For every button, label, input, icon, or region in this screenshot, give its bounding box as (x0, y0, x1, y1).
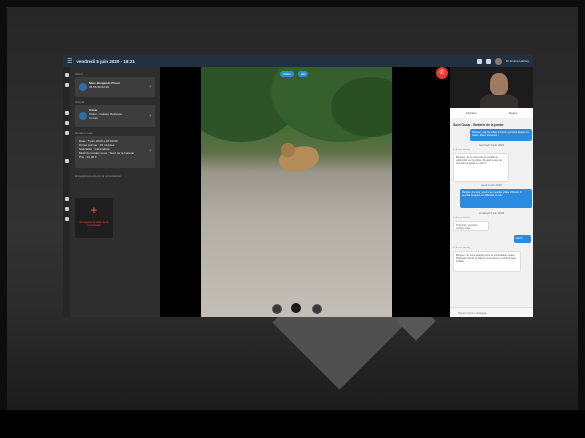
chat-message: Bonjour, Je ne vois pas de problème part… (453, 153, 509, 182)
appointment-card[interactable]: Date : 5 juin 2020 à 18:00:00 Durée prév… (75, 136, 155, 168)
chevron-right-icon: › (149, 113, 151, 119)
chat-sender: Dr Emma Hartley (453, 149, 470, 151)
menu-icon[interactable]: ☰ (67, 58, 72, 65)
chat-sender: Dr Emma Hartley (453, 247, 470, 249)
telemedicine-app-window: ☰ vendredi 5 juin 2020 - 18:21 Dr Emma H… (63, 55, 533, 317)
appointment-section-label: Rendez-vous (75, 131, 93, 135)
animal-avatar (79, 112, 87, 120)
animal-card[interactable]: Oscar Chien - Golden Retriever 3 mois › (75, 105, 155, 127)
video-stage: Vidéo HD (160, 67, 452, 317)
camera-button[interactable] (290, 302, 302, 314)
chat-tabs: Fichiers Notes (450, 108, 533, 118)
help-icon[interactable] (64, 207, 69, 211)
chat-message: Très bien, prenons rendez-vous. (453, 221, 489, 231)
chat-sender: Dr Emma Hartley (453, 217, 470, 219)
client-section-label: Client (75, 72, 83, 76)
user-name[interactable]: Dr Emma Hartley (506, 59, 529, 63)
calendar-icon[interactable] (64, 111, 69, 115)
chat-date: mercredi 3 juin 2020 (478, 143, 505, 147)
logout-icon[interactable] (64, 217, 69, 221)
chat-message: Bonjour, voici la vidéo d'Oscar qui boit… (470, 129, 532, 141)
client-phone: 06 56 60 00 00 (89, 85, 110, 89)
remote-video-feed (201, 67, 392, 317)
mute-button[interactable] (272, 304, 282, 314)
page-title: vendredi 5 juin 2020 - 18:21 (76, 58, 135, 64)
end-call-button[interactable]: ✆ (436, 67, 448, 79)
video-pill[interactable]: Vidéo (280, 71, 294, 77)
appt-price: Prix : 40,00 € (79, 155, 97, 159)
dog-head (281, 143, 295, 157)
left-icon-rail (63, 67, 70, 317)
recordings-section-label: Enregistrements de la consultation (75, 174, 122, 178)
chat-panel: Fichiers Notes Suivi Oscar - Boiterie de… (450, 67, 533, 317)
tab-files[interactable]: Fichiers (466, 111, 477, 115)
client-card[interactable]: Marc-Benjamin Prieur 06 56 60 00 00 › (75, 77, 155, 97)
top-bar: ☰ vendredi 5 juin 2020 - 18:21 Dr Emma H… (63, 55, 533, 67)
screen-share-button[interactable] (312, 304, 322, 314)
doctor-body (480, 94, 518, 108)
bottom-bar (0, 410, 585, 438)
document-icon[interactable] (64, 159, 69, 163)
animal-section-label: Animal (75, 100, 85, 104)
chat-message: Bonjour docteur, voici une nouvelle vidé… (460, 189, 532, 208)
client-avatar (79, 83, 87, 91)
record-video-button[interactable]: + Enregistrer la vidéo de la consultatio… (75, 198, 113, 238)
doctor-face (490, 73, 508, 95)
chat-message: Bonjour, Je vous attends pour la consult… (453, 251, 521, 272)
tab-notes[interactable]: Notes (509, 111, 517, 115)
home-icon[interactable] (64, 73, 69, 77)
avatar[interactable] (494, 57, 502, 65)
chat-date: vendredi 5 juin 2020 (478, 211, 505, 215)
folder-icon[interactable] (64, 131, 69, 135)
consultation-info-panel: Client Marc-Benjamin Prieur 06 56 60 00 … (70, 67, 160, 317)
record-video-label: Enregistrer la vidéo de la consultation (79, 221, 109, 228)
chat-message: Merci (514, 235, 531, 243)
quality-pill[interactable]: HD (298, 71, 309, 77)
gear-icon[interactable] (485, 58, 491, 64)
message-input[interactable]: Tapez votre message (450, 307, 533, 317)
chat-date: jeudi 4 juin 2020 (481, 183, 502, 187)
settings-icon[interactable] (64, 197, 69, 201)
animal-age: 3 mois (89, 116, 98, 120)
self-camera-preview (450, 67, 533, 108)
chat-title: Suivi Oscar - Boiterie de la jambe (453, 123, 504, 127)
chevron-right-icon: › (149, 84, 151, 90)
chevron-right-icon: › (149, 148, 151, 154)
user-icon[interactable] (64, 121, 69, 125)
plus-icon: + (90, 205, 98, 217)
bell-icon[interactable] (476, 58, 482, 64)
chat-icon[interactable] (64, 83, 69, 87)
